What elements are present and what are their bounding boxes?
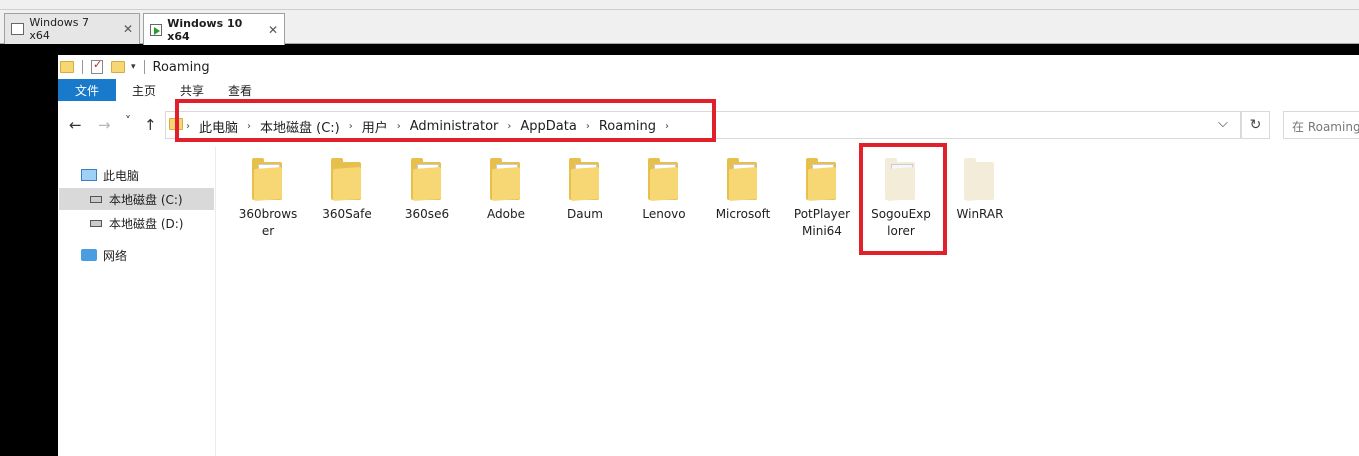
tab-home[interactable]: 主页 (120, 79, 168, 101)
folder-item[interactable]: 360Safe (307, 158, 387, 223)
recent-locations-icon[interactable]: ˅ (125, 114, 131, 128)
address-dropdown-icon[interactable]: ⌵ (1218, 116, 1228, 131)
nav-item-label: 此电脑 (103, 168, 140, 183)
properties-icon[interactable] (91, 58, 103, 74)
tab-share[interactable]: 共享 (168, 79, 216, 101)
folder-icon (646, 158, 682, 201)
back-arrow-icon[interactable]: ← (69, 116, 82, 134)
vm-tab-label: Windows 7 x64 (29, 16, 90, 42)
drive-icon (90, 219, 102, 227)
folder-name: 360se6 (404, 207, 450, 221)
folder-item[interactable]: WinRAR (940, 158, 1020, 223)
folder-icon (804, 158, 840, 201)
nav-item-drive-d[interactable]: 本地磁盘 (D:) (90, 212, 183, 234)
vm-tab-windows10[interactable]: Windows 10 x64 ✕ (143, 13, 285, 45)
folder-icon (250, 158, 286, 201)
nav-item-network[interactable]: 网络 (81, 244, 127, 266)
folder-item[interactable]: Microsoft (703, 158, 783, 223)
running-vm-icon (150, 23, 163, 36)
network-icon (81, 249, 97, 261)
folder-icon (409, 158, 445, 201)
tab-view[interactable]: 查看 (216, 79, 264, 101)
folder-item[interactable]: Lenovo (624, 158, 704, 223)
forward-arrow-icon[interactable]: → (98, 116, 111, 134)
folder-name: 360Safe (322, 207, 372, 221)
tab-file[interactable]: 文件 (58, 79, 116, 101)
breadcrumb-highlight (175, 99, 716, 142)
folder-icon (725, 158, 761, 201)
vm-tab-strip: Windows 7 x64 ✕ Windows 10 x64 ✕ (0, 10, 1359, 45)
folder-icon (329, 158, 365, 201)
customize-quick-access-icon[interactable]: ▾ (131, 62, 136, 72)
divider (82, 60, 83, 74)
folder-item[interactable]: Daum (545, 158, 625, 223)
nav-item-this-pc[interactable]: 此电脑 (81, 164, 139, 186)
folder-item[interactable]: 360brows er (228, 158, 308, 240)
folder-name: PotPlayer Mini64 (793, 207, 851, 238)
folder-name: Adobe (487, 207, 525, 221)
title-bar: ▾ Roaming (58, 55, 1359, 79)
vm-tab-label: Windows 10 x64 (167, 16, 243, 43)
refresh-icon[interactable]: ↻ (1241, 111, 1270, 139)
vm-toolbar (0, 0, 1359, 10)
nav-item-label: 本地磁盘 (D:) (109, 216, 184, 231)
folder-highlight (859, 143, 947, 255)
folder-icon (488, 158, 524, 201)
folder-item[interactable]: PotPlayer Mini64 (782, 158, 862, 240)
ribbon-tabs: 文件 主页 共享 查看 (58, 79, 1359, 101)
nav-item-label: 网络 (103, 248, 128, 263)
folder-name: Lenovo (642, 207, 686, 221)
vm-icon (11, 23, 25, 35)
folder-name: 360brows er (238, 207, 298, 238)
nav-item-label: 本地磁盘 (C:) (109, 192, 183, 207)
search-input[interactable]: 在 Roaming 中搜索 (1283, 111, 1359, 139)
divider (143, 60, 145, 74)
drive-icon (90, 195, 102, 203)
folder-name: WinRAR (956, 207, 1004, 221)
new-folder-icon[interactable] (111, 61, 125, 73)
folder-icon (60, 61, 74, 73)
up-arrow-icon[interactable]: ↑ (144, 116, 157, 134)
nav-item-drive-c[interactable]: 本地磁盘 (C:) (59, 188, 214, 210)
folder-item[interactable]: 360se6 (387, 158, 467, 223)
folder-icon (962, 158, 998, 201)
folder-item[interactable]: Adobe (466, 158, 546, 223)
close-icon[interactable]: ✕ (268, 23, 278, 37)
folder-name: Microsoft (715, 207, 771, 221)
window-title: Roaming (152, 59, 210, 75)
folder-name: Daum (567, 207, 603, 221)
computer-icon (81, 169, 97, 181)
folder-icon (567, 158, 603, 201)
close-icon[interactable]: ✕ (123, 22, 133, 36)
vm-tab-windows7[interactable]: Windows 7 x64 ✕ (4, 13, 140, 44)
